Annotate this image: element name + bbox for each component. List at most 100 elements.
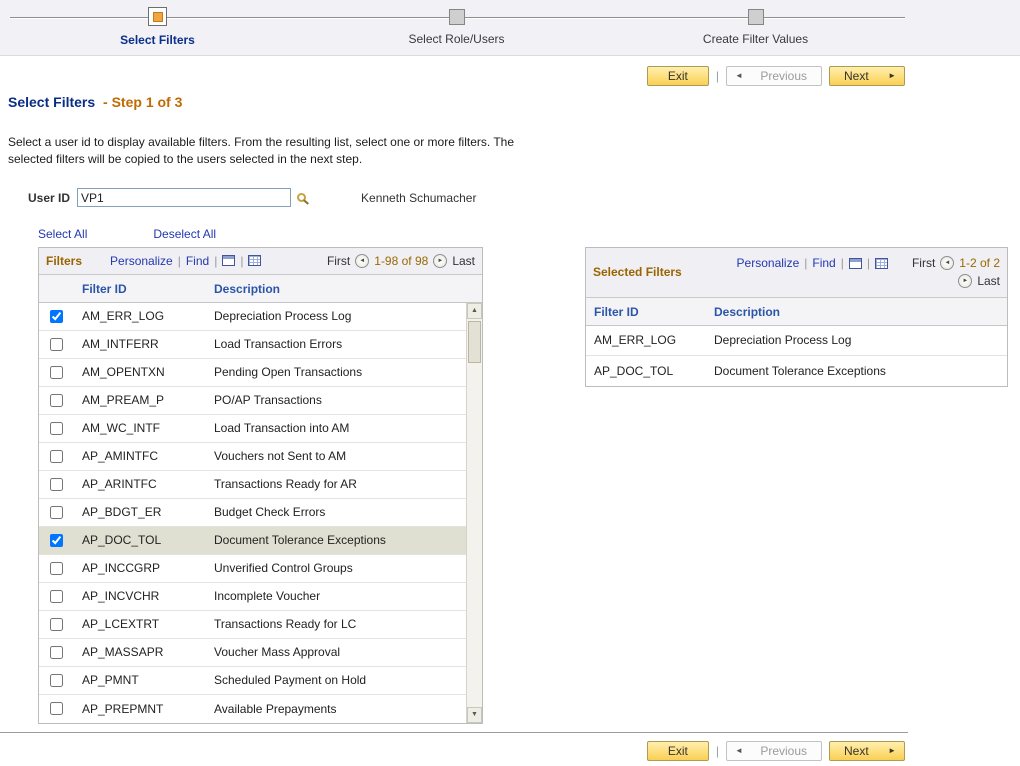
- filter-id-cell: AP_DOC_TOL: [74, 533, 206, 547]
- last-link[interactable]: Last: [977, 274, 1000, 288]
- first-link[interactable]: First: [327, 254, 350, 268]
- download-grid-icon[interactable]: [875, 258, 888, 269]
- row-select-checkbox[interactable]: [50, 310, 63, 323]
- separator: |: [867, 256, 870, 270]
- checkbox-cell: [39, 590, 74, 603]
- table-row: AM_PREAM_PPO/AP Transactions: [39, 387, 482, 415]
- checkbox-cell: [39, 394, 74, 407]
- find-link[interactable]: Find: [186, 254, 209, 268]
- selected-column-headers: Filter ID Description: [586, 298, 1007, 326]
- previous-button-bottom[interactable]: ◄Previous: [726, 741, 822, 761]
- previous-arrow-icon: ◄: [735, 747, 743, 755]
- vertical-scrollbar[interactable]: ▲ ▼: [466, 303, 482, 723]
- step-label: Create Filter Values: [703, 32, 808, 46]
- previous-page-icon[interactable]: ◄: [940, 256, 954, 270]
- personalize-link[interactable]: Personalize: [110, 254, 173, 268]
- next-button[interactable]: Next►: [829, 66, 905, 86]
- step-indicator-active-icon: [148, 7, 167, 26]
- exit-button-bottom[interactable]: Exit: [647, 741, 709, 761]
- filter-id-column-header[interactable]: Filter ID: [586, 298, 706, 325]
- user-display-name: Kenneth Schumacher: [361, 191, 476, 205]
- description-column-header[interactable]: Description: [206, 275, 482, 302]
- next-arrow-icon: ►: [888, 72, 896, 80]
- filter-id-column-header[interactable]: Filter ID: [74, 275, 206, 302]
- separator: |: [178, 254, 181, 268]
- scroll-up-icon[interactable]: ▲: [467, 303, 482, 319]
- row-select-checkbox[interactable]: [50, 618, 63, 631]
- filter-id-cell: AP_DOC_TOL: [586, 364, 706, 378]
- exit-button[interactable]: Exit: [647, 66, 709, 86]
- checkbox-cell: [39, 338, 74, 351]
- checkbox-cell: [39, 646, 74, 659]
- next-button-bottom[interactable]: Next►: [829, 741, 905, 761]
- lookup-icon[interactable]: [297, 190, 315, 206]
- row-select-checkbox[interactable]: [50, 338, 63, 351]
- filter-id-cell: AP_INCCGRP: [74, 561, 206, 575]
- row-select-checkbox[interactable]: [50, 366, 63, 379]
- first-link[interactable]: First: [912, 256, 935, 270]
- instructions-line-1: Select a user id to display available fi…: [8, 134, 1020, 151]
- table-row: AP_ARINTFCTransactions Ready for AR: [39, 471, 482, 499]
- last-link[interactable]: Last: [452, 254, 475, 268]
- row-select-checkbox[interactable]: [50, 394, 63, 407]
- step-select-filters: Select Filters: [8, 7, 307, 47]
- previous-arrow-icon: ◄: [735, 72, 743, 80]
- separator: |: [841, 256, 844, 270]
- row-select-checkbox[interactable]: [50, 590, 63, 603]
- row-select-checkbox[interactable]: [50, 702, 63, 715]
- selected-grid-pagination-line2: ► Last: [958, 274, 1000, 288]
- table-row: AM_OPENTXNPending Open Transactions: [39, 359, 482, 387]
- checkbox-cell: [39, 534, 74, 547]
- page-step-indicator: - Step 1 of 3: [103, 94, 182, 110]
- description-cell: Load Transaction into AM: [206, 421, 482, 435]
- description-cell: Document Tolerance Exceptions: [206, 533, 482, 547]
- toolbar-separator: |: [716, 744, 719, 758]
- checkbox-cell: [39, 478, 74, 491]
- filters-rows: AM_ERR_LOGDepreciation Process LogAM_INT…: [39, 303, 482, 723]
- table-row: AP_LCEXTRTTransactions Ready for LC: [39, 611, 482, 639]
- table-row: AM_ERR_LOGDepreciation Process Log: [586, 326, 1007, 356]
- download-grid-icon[interactable]: [248, 255, 261, 266]
- row-select-checkbox[interactable]: [50, 674, 63, 687]
- wizard-stepper: Select Filters Select Role/Users Create …: [0, 0, 1020, 56]
- filters-grid-title: Filters: [46, 254, 82, 268]
- row-select-checkbox[interactable]: [50, 534, 63, 547]
- previous-page-icon[interactable]: ◄: [355, 254, 369, 268]
- deselect-all-link[interactable]: Deselect All: [153, 227, 216, 241]
- zoom-window-icon[interactable]: [849, 258, 862, 269]
- selected-grid-header: Selected Filters Personalize | Find | | …: [586, 248, 1007, 298]
- previous-button[interactable]: ◄Previous: [726, 66, 822, 86]
- filter-id-cell: AP_BDGT_ER: [74, 505, 206, 519]
- next-page-icon[interactable]: ►: [433, 254, 447, 268]
- magnifier-glyph: [297, 193, 306, 202]
- zoom-window-icon[interactable]: [222, 255, 235, 266]
- scroll-down-icon[interactable]: ▼: [467, 707, 482, 723]
- row-select-checkbox[interactable]: [50, 562, 63, 575]
- row-select-checkbox[interactable]: [50, 450, 63, 463]
- table-row: AP_AMINTFCVouchers not Sent to AM: [39, 443, 482, 471]
- exit-button-label: Exit: [668, 69, 688, 83]
- instructions-line-2: selected filters will be copied to the u…: [8, 151, 1020, 168]
- checkbox-cell: [39, 366, 74, 379]
- description-cell: Load Transaction Errors: [206, 337, 482, 351]
- user-id-input[interactable]: [77, 188, 291, 207]
- selected-grid-links: Personalize | Find | | First ◄ 1-2 of 2: [737, 256, 1000, 270]
- scrollbar-thumb[interactable]: [468, 321, 481, 363]
- row-select-checkbox[interactable]: [50, 646, 63, 659]
- find-link[interactable]: Find: [812, 256, 835, 270]
- row-select-checkbox[interactable]: [50, 506, 63, 519]
- row-select-checkbox[interactable]: [50, 478, 63, 491]
- exit-button-label: Exit: [668, 744, 688, 758]
- row-select-checkbox[interactable]: [50, 422, 63, 435]
- select-all-link[interactable]: Select All: [38, 227, 87, 241]
- description-cell: Document Tolerance Exceptions: [706, 364, 1007, 378]
- step-indicator-icon: [449, 9, 465, 25]
- filter-id-cell: AM_WC_INTF: [74, 421, 206, 435]
- user-id-label: User ID: [28, 191, 70, 205]
- filter-id-cell: AP_AMINTFC: [74, 449, 206, 463]
- personalize-link[interactable]: Personalize: [737, 256, 800, 270]
- description-cell: Depreciation Process Log: [206, 309, 482, 323]
- description-column-header[interactable]: Description: [706, 298, 1007, 325]
- next-page-icon[interactable]: ►: [958, 274, 972, 288]
- row-range: 1-98 of 98: [374, 254, 428, 268]
